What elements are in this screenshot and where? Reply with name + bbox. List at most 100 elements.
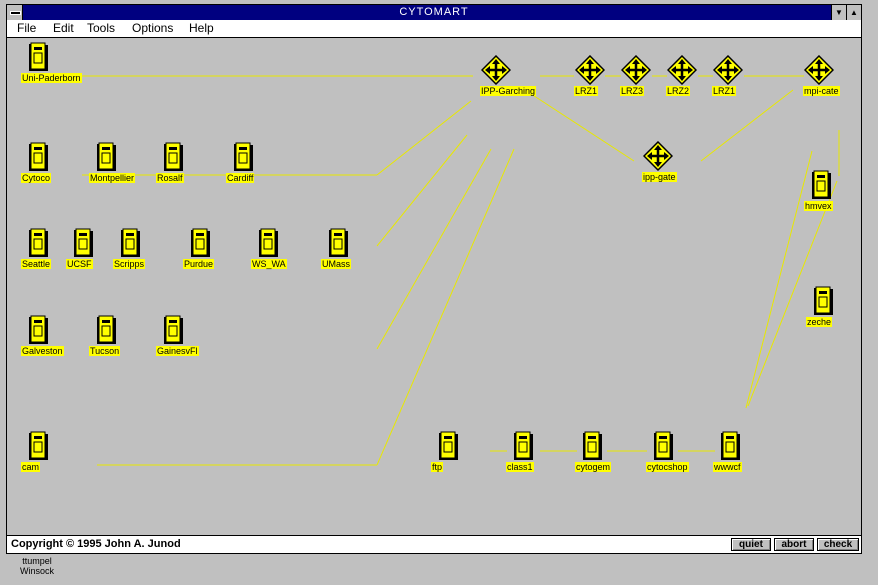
host-node[interactable]: Scripps	[113, 228, 146, 269]
quiet-button[interactable]: quiet	[731, 538, 771, 551]
host-label: ftp	[431, 462, 444, 472]
host-computer-icon	[810, 170, 832, 200]
host-label: Rosalf	[156, 173, 184, 183]
router-label: LRZ1	[712, 86, 737, 96]
host-node[interactable]: Tucson	[89, 315, 121, 356]
host-computer-icon	[162, 142, 184, 172]
copyright-text: Copyright © 1995 John A. Junod	[11, 538, 181, 550]
router-node[interactable]: LRZ1	[574, 55, 605, 96]
network-link	[745, 150, 813, 409]
host-label: Montpellier	[89, 173, 136, 183]
host-node[interactable]: UMass	[321, 228, 352, 269]
router-arrows-icon	[713, 55, 743, 85]
router-label: IPP-Garching	[480, 86, 537, 96]
host-node[interactable]: Cytoco	[21, 142, 52, 183]
host-computer-icon	[327, 228, 349, 258]
host-node[interactable]: cytocshop	[646, 431, 689, 472]
menu-bar: File Edit Tools Options Help	[7, 20, 861, 38]
host-label: Uni-Paderborn	[21, 73, 82, 83]
router-arrows-icon	[575, 55, 605, 85]
host-computer-icon	[27, 228, 49, 258]
network-map-canvas[interactable]: Uni-Paderborn Cytoco Montpellier Rosalf Card…	[7, 38, 861, 535]
host-computer-icon	[719, 431, 741, 461]
network-link	[376, 148, 515, 466]
host-label: zeche	[806, 317, 833, 327]
task-line-2: Winsock	[20, 566, 55, 576]
host-node[interactable]: UCSF	[66, 228, 94, 269]
host-label: cam	[21, 462, 41, 472]
host-node[interactable]: cytogem	[575, 431, 612, 472]
host-node[interactable]: hmvex	[804, 170, 833, 211]
window-title: CYTOMART	[399, 6, 469, 18]
host-label: UCSF	[66, 259, 93, 269]
host-label: class1	[506, 462, 534, 472]
host-computer-icon	[162, 315, 184, 345]
task-line-1: ttumpel	[22, 556, 52, 566]
router-label: LRZ2	[666, 86, 691, 96]
host-node[interactable]: Seattle	[21, 228, 52, 269]
menu-tools[interactable]: Tools	[87, 20, 115, 37]
router-label: LRZ3	[620, 86, 645, 96]
host-label: Tucson	[89, 346, 121, 356]
host-node[interactable]: ftp	[431, 431, 459, 472]
host-computer-icon	[119, 228, 141, 258]
menu-options[interactable]: Options	[132, 20, 173, 37]
menu-file[interactable]: File	[17, 20, 36, 37]
host-node[interactable]: Uni-Paderborn	[21, 42, 82, 83]
host-node[interactable]: cam	[21, 431, 49, 472]
host-label: UMass	[321, 259, 352, 269]
network-link	[700, 89, 794, 162]
router-node[interactable]: mpi-cate	[803, 55, 840, 96]
host-label: wwwcf	[713, 462, 742, 472]
router-arrows-icon	[621, 55, 651, 85]
router-arrows-icon	[481, 55, 511, 85]
host-node[interactable]: Rosalf	[156, 142, 184, 183]
host-node[interactable]: Purdue	[183, 228, 215, 269]
host-label: Galveston	[21, 346, 64, 356]
host-node[interactable]: zeche	[806, 286, 834, 327]
minimize-button[interactable]: ▼	[831, 5, 846, 20]
router-arrows-icon	[667, 55, 697, 85]
host-computer-icon	[27, 315, 49, 345]
host-computer-icon	[652, 431, 674, 461]
router-node[interactable]: LRZ1	[712, 55, 743, 96]
router-node[interactable]: IPP-Garching	[480, 55, 537, 96]
router-node[interactable]: ipp-gate	[642, 141, 677, 182]
host-label: cytogem	[575, 462, 612, 472]
title-bar[interactable]: CYTOMART ▼ ▲	[7, 5, 861, 20]
host-label: Scripps	[113, 259, 146, 269]
router-node[interactable]: LRZ2	[666, 55, 697, 96]
host-computer-icon	[581, 431, 603, 461]
host-node[interactable]: Cardiff	[226, 142, 255, 183]
abort-button[interactable]: abort	[774, 538, 814, 551]
host-node[interactable]: class1	[506, 431, 534, 472]
host-label: hmvex	[804, 201, 833, 211]
maximize-button[interactable]: ▲	[846, 5, 861, 20]
host-node[interactable]: WS_WA	[251, 228, 287, 269]
host-computer-icon	[27, 42, 49, 72]
host-label: WS_WA	[251, 259, 287, 269]
host-computer-icon	[257, 228, 279, 258]
host-node[interactable]: Galveston	[21, 315, 64, 356]
host-node[interactable]: wwwcf	[713, 431, 742, 472]
host-computer-icon	[512, 431, 534, 461]
minimized-task-icon[interactable]: ttumpel Winsock	[20, 556, 54, 576]
host-label: GainesvFl	[156, 346, 199, 356]
network-link	[376, 134, 468, 247]
host-node[interactable]: GainesvFl	[156, 315, 199, 356]
host-computer-icon	[95, 315, 117, 345]
host-label: Cytoco	[21, 173, 52, 183]
router-label: LRZ1	[574, 86, 599, 96]
menu-edit[interactable]: Edit	[53, 20, 74, 37]
host-computer-icon	[189, 228, 211, 258]
menu-help[interactable]: Help	[189, 20, 214, 37]
host-label: Purdue	[183, 259, 215, 269]
router-label: mpi-cate	[803, 86, 840, 96]
host-node[interactable]: Montpellier	[89, 142, 136, 183]
router-node[interactable]: LRZ3	[620, 55, 651, 96]
network-link	[524, 89, 635, 162]
host-label: cytocshop	[646, 462, 689, 472]
host-computer-icon	[27, 431, 49, 461]
host-label: Cardiff	[226, 173, 255, 183]
check-button[interactable]: check	[817, 538, 859, 551]
